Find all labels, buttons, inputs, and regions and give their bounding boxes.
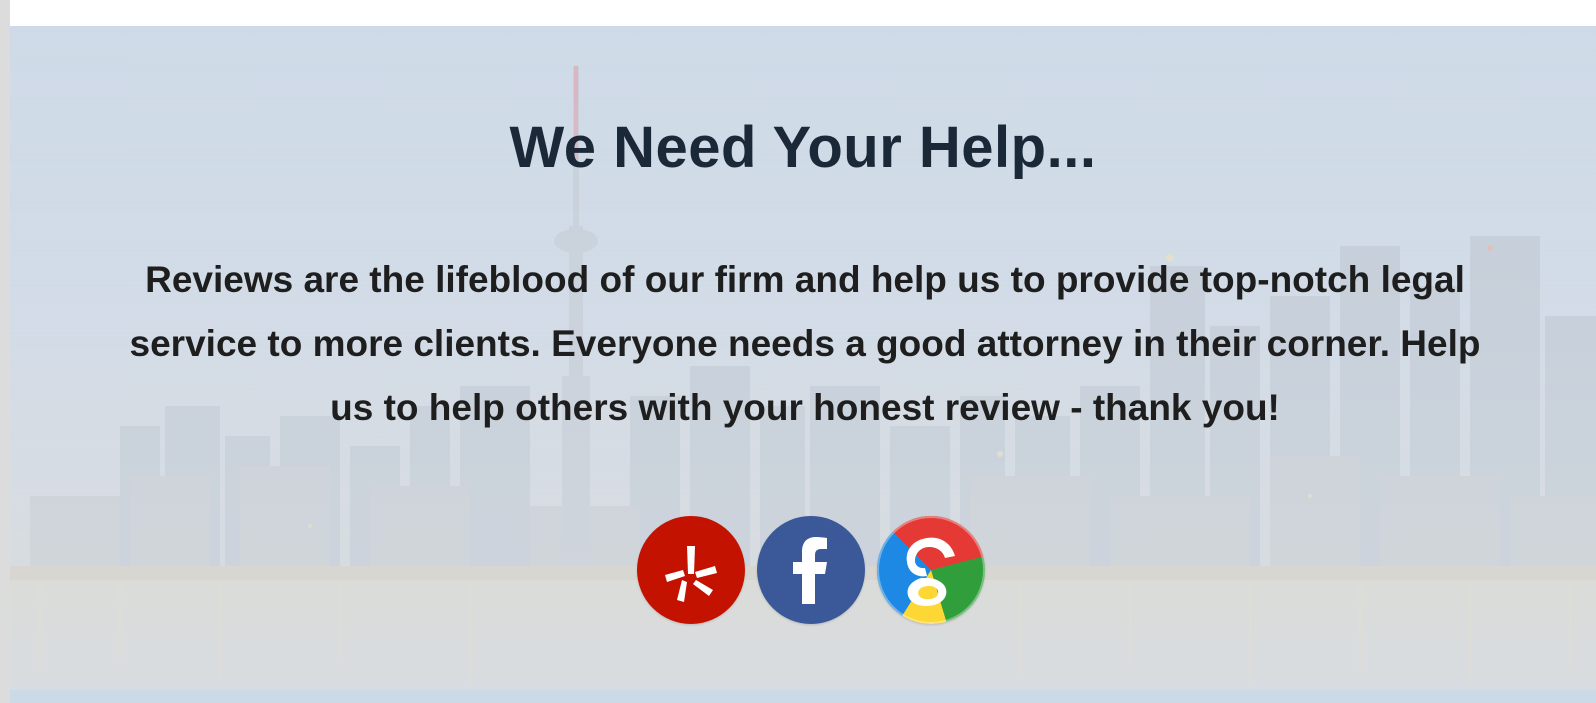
section-description: Reviews are the lifeblood of our firm an… [129, 259, 1481, 428]
section-heading: We Need Your Help... [509, 115, 1097, 180]
left-edge-strip [0, 0, 10, 703]
page: We Need Your Help... Reviews are the lif… [0, 0, 1596, 703]
review-icons-row [637, 516, 985, 624]
yelp-review-link[interactable] [637, 516, 745, 624]
bottom-strip [10, 690, 1596, 703]
review-request-section: We Need Your Help... Reviews are the lif… [10, 26, 1596, 690]
google-review-link[interactable] [877, 516, 985, 624]
facebook-review-link[interactable] [757, 516, 865, 624]
yelp-icon [637, 516, 745, 624]
facebook-icon [757, 516, 865, 624]
top-white-bar [10, 0, 1596, 26]
google-icon [877, 516, 985, 624]
